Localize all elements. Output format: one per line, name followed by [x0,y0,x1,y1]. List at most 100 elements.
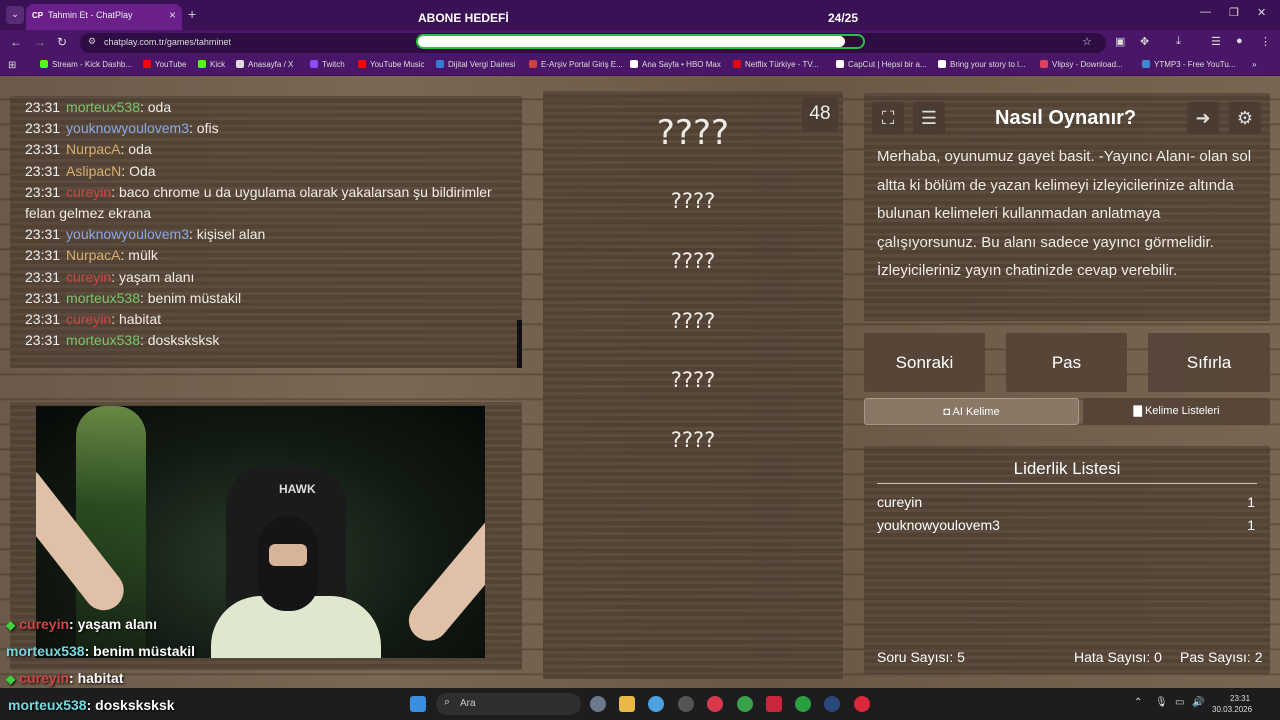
error-count: Hata Sayısı: 0 [1074,649,1162,665]
tab-close-icon[interactable]: × [169,8,176,22]
overlay-username: cureyin [19,670,70,686]
record-app-icon[interactable] [854,696,870,712]
bookmark-favicon-icon [630,60,638,68]
bookmark-item[interactable]: YouTube [143,60,186,69]
minimize-icon[interactable]: — [1200,6,1211,18]
bookmark-favicon-icon [40,60,48,68]
chat-scrollbar[interactable] [517,320,522,368]
chat-message: 23:31 cureyin: baco chrome u da uygulama … [25,182,505,224]
bookmark-item[interactable]: YouTube Music [358,60,425,69]
bookmark-item[interactable]: Bring your story to l... [938,60,1026,69]
fullscreen-icon[interactable]: ⛶ [872,102,904,134]
downloads-icon[interactable]: ⤓ [1176,35,1181,48]
bookmark-star-icon[interactable]: ☆ [1082,35,1092,48]
chat-username[interactable]: cureyin [66,269,111,285]
settings-gear-icon[interactable]: ⚙ [1229,102,1261,134]
chat-text: : kişisel alan [189,226,266,243]
bookmark-label: Bring your story to l... [950,60,1026,69]
notes-icon[interactable]: ☰ [913,102,945,134]
network-icon[interactable]: ▭ [1175,697,1184,708]
chat-username[interactable]: cureyin [66,184,111,200]
bookmark-item[interactable]: Vlipsy - Download... [1040,60,1123,69]
subscriber-goal-progress [416,34,865,49]
chat-username[interactable]: youknowyoulovem3 [66,120,189,136]
bookmark-item[interactable]: Netflix Türkiye - TV... [733,60,819,69]
chat-username[interactable]: AslipacN [66,163,121,179]
chat-time: 23:31 [25,332,61,349]
tab-search-icon[interactable]: ⌄ [6,6,24,24]
leaderboard-row: youknowyoulovem3 1 [877,517,1257,533]
bookmark-item[interactable]: Kick [198,60,225,69]
reset-button[interactable]: Sıfırla [1148,333,1270,392]
volume-icon[interactable]: 🔊 [1192,697,1204,708]
bookmark-label: Dijital Vergi Dairesi [448,60,516,69]
file-explorer-icon[interactable] [619,696,635,712]
bookmark-label: Ana Sayfa • HBO Max [642,60,721,69]
chat-username[interactable]: NurpacA [66,247,120,263]
extension-icon[interactable]: ▣ [1115,35,1125,48]
ai-word-label: AI Kelime [952,406,1000,418]
back-icon[interactable]: ← [10,35,22,49]
bookmark-item[interactable]: YTMP3 - Free YouTu... [1142,60,1236,69]
bookmark-favicon-icon [1040,60,1048,68]
maximize-icon[interactable]: ❐ [1229,6,1239,19]
bookmark-item[interactable]: Ana Sayfa • HBO Max [630,60,721,69]
chat-username[interactable]: morteux538 [66,290,140,306]
chat-message: 23:31 morteux538: dosksksksk [25,330,505,351]
bookmark-item[interactable]: Dijital Vergi Dairesi [436,60,515,69]
media-app-icon[interactable] [766,696,782,712]
chat-username[interactable]: cureyin [66,311,111,327]
taskbar-search[interactable]: ⌕ Ara [436,693,581,715]
overlay-chat-line: morteux538: dosksksksk [8,697,175,713]
extensions-puzzle-icon[interactable]: ✥ [1140,35,1149,48]
obs-icon[interactable] [678,696,694,712]
exit-icon[interactable]: ➜ [1187,102,1219,134]
bookmark-item[interactable]: Stream - Kick Dashb... [40,60,132,69]
overlay-chat-line: ◆ cureyin: habitat [6,670,124,686]
chat-message: 23:31 youknowyoulovem3: kişisel alan [25,224,505,245]
windows-start-icon[interactable] [410,696,426,712]
word-lists-label: Kelime Listeleri [1144,405,1220,417]
overlay-text: : dosksksksk [86,697,175,713]
xbox-icon[interactable] [795,696,811,712]
site-info-icon[interactable]: ⚙ [88,36,96,47]
more-bookmarks-icon[interactable]: » [1252,60,1256,69]
reload-icon[interactable]: ↻ [57,35,67,49]
chat-time: 23:31 [25,120,61,137]
ai-word-button[interactable]: ◘ AI Kelime [864,398,1079,425]
tray-overflow-icon[interactable]: ⌃ [1134,697,1142,708]
taskbar-search-placeholder: Ara [460,698,476,709]
steam-icon[interactable] [824,696,840,712]
apps-grid-icon[interactable]: ⊞ [8,60,16,71]
forward-icon[interactable]: → [34,35,46,49]
bookmark-item[interactable]: CapCut | Hepsi bir a... [836,60,927,69]
chat-time: 23:31 [25,268,61,285]
chat-username[interactable]: youknowyoulovem3 [66,226,189,242]
pass-button[interactable]: Pas [1006,333,1127,392]
reading-list-icon[interactable]: ☰ [1211,35,1221,48]
chat-username[interactable]: NurpacA [66,141,120,157]
browser-tab[interactable]: CP Tahmin Et - ChatPlay × [26,4,182,30]
word-lists-button[interactable]: ▇ Kelime Listeleri [1083,398,1270,425]
chat-text: : yaşam alanı [111,268,195,285]
subscriber-goal-label: ABONE HEDEFİ [418,11,509,25]
chat-time: 23:31 [25,162,61,179]
chat-username[interactable]: morteux538 [66,99,140,115]
chrome-icon[interactable] [648,696,664,712]
window-close-icon[interactable]: ✕ [1257,6,1266,19]
opera-icon[interactable] [707,696,723,712]
next-button[interactable]: Sonraki [864,333,985,392]
taskbar-date: 30.03.2026 [1212,705,1253,714]
browser-menu-icon[interactable]: ⋮ [1260,35,1271,48]
chat-username[interactable]: morteux538 [66,332,140,348]
xbox-app-icon[interactable] [737,696,753,712]
leaderboard-panel [864,446,1270,674]
bookmark-item[interactable]: Twitch [310,60,345,69]
bookmark-label: CapCut | Hepsi bir a... [848,60,927,69]
profile-avatar-icon[interactable]: ● [1236,35,1243,47]
microphone-icon[interactable]: 🎙 [1155,697,1168,708]
settings-app-icon[interactable] [590,696,606,712]
new-tab-icon[interactable]: + [188,6,196,22]
bookmark-item[interactable]: E-Arşiv Portal Giriş E... [529,60,623,69]
bookmark-item[interactable]: Anasayfa / X [236,60,293,69]
